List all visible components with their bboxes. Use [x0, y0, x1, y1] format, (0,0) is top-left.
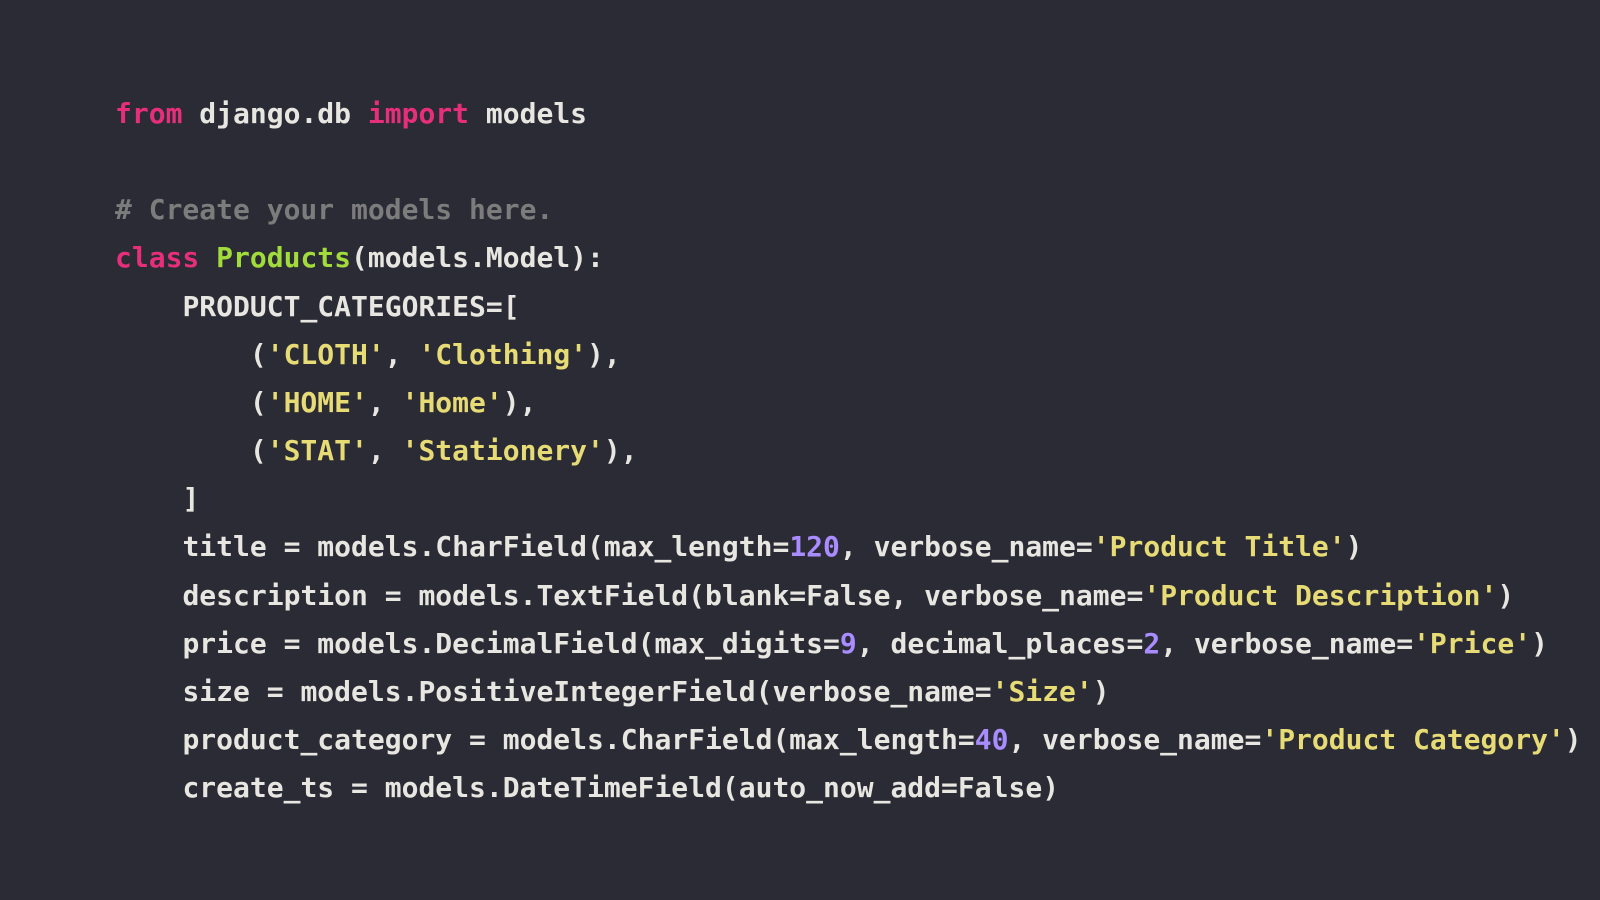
code-line: ('CLOTH', 'Clothing'), [115, 338, 621, 371]
keyword-class: class [115, 241, 199, 274]
string-literal: 'Price' [1413, 627, 1531, 660]
import-names: models [469, 97, 587, 130]
code-line: ('STAT', 'Stationery'), [115, 434, 638, 467]
string-literal: 'CLOTH' [267, 338, 385, 371]
field-def: title = models.CharField(max_length= [182, 530, 789, 563]
field-def: price = models.DecimalField(max_digits= [182, 627, 839, 660]
keyword-import: import [368, 97, 469, 130]
number-literal: 2 [1143, 627, 1160, 660]
class-base: (models.Model): [351, 241, 604, 274]
code-line: product_category = models.CharField(max_… [115, 723, 1582, 756]
number-literal: 40 [975, 723, 1009, 756]
code-line: description = models.TextField(blank=Fal… [115, 579, 1514, 612]
string-literal: 'Stationery' [402, 434, 604, 467]
comment: # Create your models here. [115, 193, 553, 226]
string-literal: 'Clothing' [418, 338, 587, 371]
code-line: ] [115, 482, 199, 515]
string-literal: 'Product Category' [1261, 723, 1564, 756]
code-line: price = models.DecimalField(max_digits=9… [115, 627, 1548, 660]
module-path: django.db [182, 97, 367, 130]
code-line: ('HOME', 'Home'), [115, 386, 536, 419]
code-line: PRODUCT_CATEGORIES=[ [115, 290, 520, 323]
number-literal: 120 [789, 530, 840, 563]
assignment: PRODUCT_CATEGORIES=[ [182, 290, 519, 323]
field-def: create_ts = models.DateTimeField(auto_no… [182, 771, 957, 804]
bracket-close: ] [182, 482, 199, 515]
code-line: title = models.CharField(max_length=120,… [115, 530, 1363, 563]
code-editor[interactable]: from django.db import models # Create yo… [0, 0, 1600, 812]
string-literal: 'Product Title' [1093, 530, 1346, 563]
string-literal: 'Home' [402, 386, 503, 419]
code-line: from django.db import models [115, 97, 587, 130]
field-def: size = models.PositiveIntegerField(verbo… [182, 675, 991, 708]
number-literal: 9 [840, 627, 857, 660]
code-line: class Products(models.Model): [115, 241, 604, 274]
string-literal: 'HOME' [267, 386, 368, 419]
field-def: product_category = models.CharField(max_… [182, 723, 974, 756]
string-literal: 'Size' [992, 675, 1093, 708]
code-line: create_ts = models.DateTimeField(auto_no… [115, 771, 1059, 804]
class-name: Products [216, 241, 351, 274]
boolean-literal: False [958, 771, 1042, 804]
string-literal: 'STAT' [267, 434, 368, 467]
code-line: size = models.PositiveIntegerField(verbo… [115, 675, 1110, 708]
boolean-literal: False [806, 579, 890, 612]
blank-line [115, 145, 132, 178]
code-line: # Create your models here. [115, 193, 553, 226]
field-def: description = models.TextField(blank= [182, 579, 806, 612]
keyword-from: from [115, 97, 182, 130]
string-literal: 'Product Description' [1143, 579, 1497, 612]
